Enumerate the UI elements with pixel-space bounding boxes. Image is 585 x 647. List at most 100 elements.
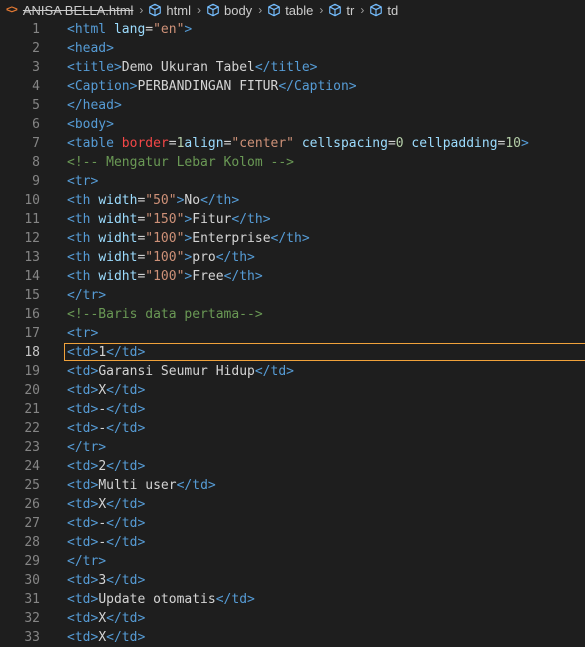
breadcrumb-item-td[interactable]: td <box>369 3 398 18</box>
code-text: <th widht="100">Enterprise</th> <box>67 229 310 248</box>
line-number: 11 <box>24 212 40 227</box>
code-token: </td> <box>106 516 146 531</box>
line-number: 3 <box>32 60 40 75</box>
code-line[interactable]: 9 <tr> <box>0 172 585 191</box>
code-line[interactable]: 15 </tr> <box>0 286 585 305</box>
code-token: Demo Ukuran Tabel <box>121 60 255 75</box>
code-line[interactable]: 3 <title>Demo Ukuran Tabel</title> <box>0 58 585 77</box>
cube-icon <box>267 3 281 17</box>
line-number: 13 <box>24 250 40 265</box>
line-number: 32 <box>24 611 40 626</box>
breadcrumb-file-name[interactable]: ANISA BELLA.html <box>23 3 134 18</box>
code-line[interactable]: 5 </head> <box>0 96 585 115</box>
code-line[interactable]: 29 </tr> <box>0 552 585 571</box>
code-line[interactable]: 18 <td>1</td> <box>0 343 585 362</box>
code-line[interactable]: 2 <head> <box>0 39 585 58</box>
code-token: Update otomatis <box>98 592 216 607</box>
code-text: <html lang="en"> <box>67 20 192 39</box>
breadcrumb-item-label: body <box>223 2 253 18</box>
line-number: 28 <box>24 535 40 550</box>
code-text: <td>X</td> <box>67 495 145 514</box>
cube-icon <box>328 3 342 17</box>
code-token: align <box>184 136 224 151</box>
code-text: <tr> <box>67 172 98 191</box>
code-line[interactable]: 4 <Caption>PERBANDINGAN FITUR</Caption> <box>0 77 585 96</box>
code-line[interactable]: 17 <tr> <box>0 324 585 343</box>
code-line[interactable]: 33 <td>X</td> <box>0 628 585 647</box>
code-text: </tr> <box>67 286 106 305</box>
code-token: </td> <box>215 592 255 607</box>
code-token: </td> <box>106 630 146 645</box>
code-token: width <box>98 193 138 208</box>
cube-icon <box>206 3 220 17</box>
code-token: <th <box>67 231 99 246</box>
code-token: <th <box>67 250 99 265</box>
code-line[interactable]: 27 <td>-</td> <box>0 514 585 533</box>
code-token: </tr> <box>67 554 107 569</box>
code-text: <td>-</td> <box>67 419 145 438</box>
code-token: "100" <box>145 231 185 246</box>
code-line[interactable]: 30 <td>3</td> <box>0 571 585 590</box>
code-line[interactable]: 6 <body> <box>0 115 585 134</box>
breadcrumb-item-table[interactable]: table <box>267 3 313 18</box>
code-token: <td> <box>67 459 99 474</box>
code-token: "en" <box>153 22 185 37</box>
code-line[interactable]: 1 <html lang="en"> <box>0 20 585 39</box>
code-token: <td> <box>67 478 99 493</box>
code-line[interactable]: 16 <!--Baris data pertama--> <box>0 305 585 324</box>
line-number: 30 <box>24 573 40 588</box>
code-token: </Caption> <box>278 79 357 94</box>
code-token: Free <box>192 269 224 284</box>
code-line[interactable]: 19 <td>Garansi Seumur Hidup</td> <box>0 362 585 381</box>
code-token: <th <box>67 193 99 208</box>
code-token: <td> <box>67 497 99 512</box>
code-token: 0 <box>395 136 404 151</box>
code-line[interactable]: 21 <td>-</td> <box>0 400 585 419</box>
code-token: <td> <box>67 630 99 645</box>
code-line[interactable]: 26 <td>X</td> <box>0 495 585 514</box>
breadcrumb-item-tr[interactable]: tr <box>328 3 354 18</box>
code-line[interactable]: 23 </tr> <box>0 438 585 457</box>
code-text: <td>3</td> <box>67 571 145 590</box>
breadcrumb-item-html[interactable]: html <box>148 3 191 18</box>
code-line[interactable]: 24 <td>2</td> <box>0 457 585 476</box>
code-token: <!-- Mengatur Lebar Kolom --> <box>67 155 294 170</box>
line-number: 12 <box>24 231 40 246</box>
code-token: widht <box>98 212 138 227</box>
code-editor[interactable]: 1 <html lang="en"> 2 <head> 3 <title>Demo Uku… <box>0 20 585 647</box>
line-number: 23 <box>24 440 40 455</box>
code-line[interactable]: 22 <td>-</td> <box>0 419 585 438</box>
code-line[interactable]: 7 <table border=1align="center" cellspaci… <box>0 134 585 153</box>
code-line[interactable]: 32 <td>X</td> <box>0 609 585 628</box>
code-text: <body> <box>67 115 114 134</box>
code-line[interactable]: 25 <td>Multi user</td> <box>0 476 585 495</box>
code-token: <!--Baris data pertama--> <box>67 307 263 322</box>
breadcrumb-item-label: html <box>166 2 191 18</box>
code-text: </tr> <box>67 552 106 571</box>
code-token: "50" <box>145 193 177 208</box>
code-line[interactable]: 12 <th widht="100">Enterprise</th> <box>0 229 585 248</box>
code-text: <td>Update otomatis</td> <box>67 590 255 609</box>
line-number: 15 <box>24 288 40 303</box>
code-line[interactable]: 20 <td>X</td> <box>0 381 585 400</box>
breadcrumb-file[interactable]: <> ANISA BELLA.html <box>6 3 133 18</box>
code-text: <table border=1align="center" cellspacin… <box>67 134 529 153</box>
code-token: <th <box>67 269 99 284</box>
code-line[interactable]: 11 <th widht="150">Fitur</th> <box>0 210 585 229</box>
breadcrumb-item-body[interactable]: body <box>206 3 252 18</box>
chevron-right-icon: › <box>360 3 365 17</box>
code-token: > <box>521 136 529 151</box>
code-line[interactable]: 10 <th width="50">No</th> <box>0 191 585 210</box>
line-number: 20 <box>24 383 40 398</box>
code-line[interactable]: 31 <td>Update otomatis</td> <box>0 590 585 609</box>
code-token: lang <box>113 22 146 37</box>
breadcrumb-item-label: tr <box>346 2 355 18</box>
code-line[interactable]: 28 <td>-</td> <box>0 533 585 552</box>
code-line[interactable]: 13 <th widht="100">pro</th> <box>0 248 585 267</box>
code-line[interactable]: 14 <th widht="100">Free</th> <box>0 267 585 286</box>
chevron-right-icon: › <box>196 3 201 17</box>
code-line[interactable]: 8 <!-- Mengatur Lebar Kolom --> <box>0 153 585 172</box>
line-number: 6 <box>32 117 40 132</box>
code-token: "150" <box>145 212 185 227</box>
